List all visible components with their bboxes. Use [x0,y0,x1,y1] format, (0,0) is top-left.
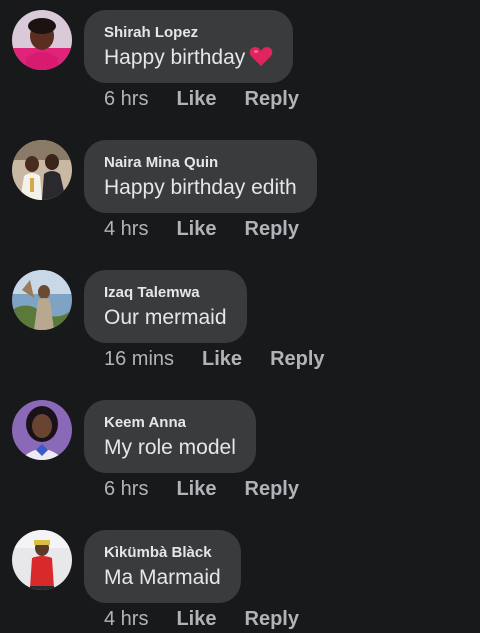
like-button[interactable]: Like [202,348,242,371]
comment-bubble: Shirah Lopez Happy birthday [84,10,294,83]
like-button[interactable]: Like [176,608,216,631]
reply-button[interactable]: Reply [245,478,299,501]
avatar[interactable] [12,10,72,70]
comment-author[interactable]: Izaq Talemwa [104,284,227,302]
comment-timestamp[interactable]: 4 hrs [104,608,148,631]
comment-actions: 6 hrs Like Reply [104,84,327,114]
comment-text: Happy birthday edith [104,176,297,199]
reply-button[interactable]: Reply [245,218,299,241]
like-button[interactable]: Like [176,88,216,111]
comment-item: Kìkümbà Blàck Ma Marmaid 4 hrs Like Repl… [0,520,480,633]
comment-item: Naira Mina Quin Happy birthday edith 4 h… [0,130,480,260]
comment-actions: 6 hrs Like Reply [104,474,327,504]
comment-bubble: Keem Anna My role model [84,400,256,473]
comment-bubble: Naira Mina Quin Happy birthday edith [84,140,317,213]
like-button[interactable]: Like [176,478,216,501]
comment-text: Our mermaid [104,306,227,329]
comment-actions: 16 mins Like Reply [104,344,353,374]
avatar[interactable] [12,530,72,590]
comment-text: Ma Marmaid [104,566,221,589]
comment-text: My role model [104,436,236,459]
comment-actions: 4 hrs Like Reply [104,604,327,633]
comment-timestamp[interactable]: 16 mins [104,348,174,371]
avatar[interactable] [12,400,72,460]
comment-item: Shirah Lopez Happy birthday 6 hrs Like R… [0,0,480,130]
comment-actions: 4 hrs Like Reply [104,214,327,244]
avatar[interactable] [12,140,72,200]
like-button[interactable]: Like [176,218,216,241]
comment-author[interactable]: Kìkümbà Blàck [104,544,221,562]
heart-icon [249,45,273,74]
comment-item: Izaq Talemwa Our mermaid 16 mins Like Re… [0,260,480,390]
comment-bubble: Izaq Talemwa Our mermaid [84,270,247,343]
avatar[interactable] [12,270,72,330]
comment-timestamp[interactable]: 6 hrs [104,478,148,501]
comment-item: Keem Anna My role model 6 hrs Like Reply [0,390,480,520]
comment-bubble: Kìkümbà Blàck Ma Marmaid [84,530,241,603]
comment-author[interactable]: Shirah Lopez [104,24,273,42]
comment-thread: Shirah Lopez Happy birthday 6 hrs Like R… [0,0,480,633]
reply-button[interactable]: Reply [270,348,324,371]
reply-button[interactable]: Reply [245,608,299,631]
reply-button[interactable]: Reply [245,88,299,111]
comment-text-content: Happy birthday [104,46,246,69]
comment-timestamp[interactable]: 6 hrs [104,88,148,111]
comment-text: Happy birthday [104,45,273,74]
comment-author[interactable]: Naira Mina Quin [104,154,297,172]
comment-author[interactable]: Keem Anna [104,414,236,432]
comment-timestamp[interactable]: 4 hrs [104,218,148,241]
